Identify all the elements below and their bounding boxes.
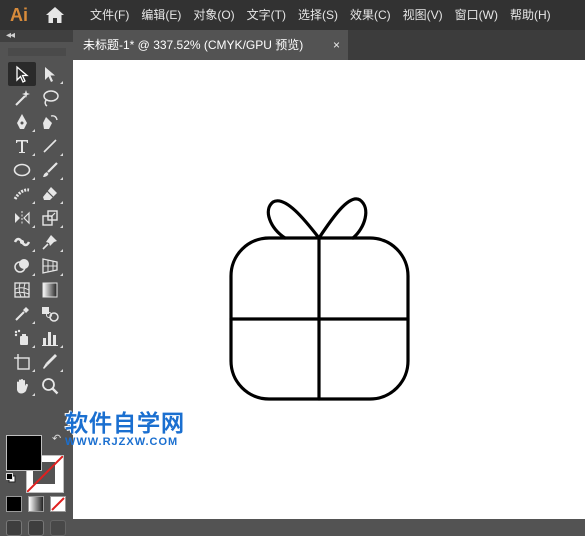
- artboard-tool-icon: [14, 354, 30, 370]
- watermark-title: 软件自学网: [65, 410, 185, 436]
- eyedropper-tool-icon: [15, 307, 29, 321]
- gift-bow-left-loop: [266, 199, 321, 240]
- tools-panel: ◂◂ ↶: [0, 30, 73, 536]
- magic-wand-tool[interactable]: [8, 86, 36, 110]
- gift-bow-right-loop: [317, 197, 368, 240]
- slice-tool[interactable]: [36, 350, 64, 374]
- home-button[interactable]: [42, 2, 68, 28]
- curvature-tool[interactable]: [36, 110, 64, 134]
- menu-bar: Ai 文件(F) 编辑(E) 对象(O) 文字(T) 选择(S) 效果(C) 视…: [0, 0, 585, 30]
- zoom-tool-icon: [42, 378, 59, 395]
- width-tool-icon: [13, 237, 31, 247]
- document-tab-bar: 未标题-1* @ 337.52% (CMYK/GPU 预览) ×: [73, 30, 585, 60]
- draw-mode-row: [6, 520, 66, 536]
- symbol-sprayer-tool[interactable]: [8, 326, 36, 350]
- ellipse-tool-icon: [13, 163, 31, 177]
- menu-select[interactable]: 选择(S): [292, 0, 344, 30]
- home-icon: [46, 7, 64, 23]
- scale-tool-icon: [42, 210, 58, 226]
- reflect-tool-icon: [15, 211, 30, 225]
- watermark: 软件自学网 WWW.RJZXW.COM: [65, 404, 185, 448]
- draw-normal-button[interactable]: [6, 520, 22, 536]
- curvature-tool-icon: [43, 115, 58, 129]
- menu-file[interactable]: 文件(F): [84, 0, 135, 30]
- none-slash-icon: [51, 497, 65, 511]
- artboard-tool[interactable]: [8, 350, 36, 374]
- color-mode-row: [6, 496, 66, 512]
- menu-view[interactable]: 视图(V): [397, 0, 449, 30]
- line-segment-tool-icon: [43, 139, 57, 153]
- mesh-tool-icon: [14, 282, 30, 298]
- swap-fill-stroke-icon[interactable]: ↶: [52, 432, 61, 445]
- none-mode-button[interactable]: [50, 496, 66, 512]
- magic-wand-tool-icon: [15, 90, 30, 106]
- menu-type[interactable]: 文字(T): [241, 0, 292, 30]
- pen-tool-icon: [17, 114, 27, 129]
- panel-grip[interactable]: [8, 48, 66, 56]
- artboard-canvas[interactable]: [73, 60, 585, 519]
- eraser-tool[interactable]: [36, 182, 64, 206]
- fill-stroke-widget: ↶: [6, 432, 66, 493]
- mesh-tool[interactable]: [8, 278, 36, 302]
- lasso-tool-icon: [43, 90, 59, 107]
- menu-edit[interactable]: 编辑(E): [135, 0, 187, 30]
- watermark-url: WWW.RJZXW.COM: [65, 436, 179, 448]
- hand-tool-icon: [17, 379, 28, 394]
- paintbrush-tool[interactable]: [36, 158, 64, 182]
- gradient-mode-button[interactable]: [28, 496, 44, 512]
- panel-collapse-button[interactable]: ◂◂: [0, 30, 73, 42]
- shaper-tool-icon: [13, 188, 30, 200]
- document-tab[interactable]: 未标题-1* @ 337.52% (CMYK/GPU 预览) ×: [73, 30, 348, 60]
- gradient-tool-icon: [42, 282, 58, 298]
- scale-tool[interactable]: [36, 206, 64, 230]
- eyedropper-tool[interactable]: [8, 302, 36, 326]
- menu-window[interactable]: 窗口(W): [449, 0, 504, 30]
- symbol-sprayer-tool-icon: [14, 329, 28, 345]
- perspective-grid-tool-icon: [42, 258, 58, 274]
- shaper-tool[interactable]: [8, 182, 36, 206]
- direct-selection-tool[interactable]: [36, 62, 64, 86]
- reflect-tool[interactable]: [8, 206, 36, 230]
- hand-tool[interactable]: [8, 374, 36, 398]
- type-tool-icon: [16, 140, 28, 153]
- gradient-tool[interactable]: [36, 278, 64, 302]
- selection-tool[interactable]: [8, 62, 36, 86]
- paintbrush-tool-icon: [43, 162, 58, 177]
- shape-builder-tool[interactable]: [8, 254, 36, 278]
- puppet-warp-tool[interactable]: [36, 230, 64, 254]
- direct-selection-tool-icon: [45, 67, 55, 82]
- document-tab-title: 未标题-1* @ 337.52% (CMYK/GPU 预览): [83, 38, 304, 52]
- close-tab-icon[interactable]: ×: [333, 30, 340, 60]
- draw-behind-button[interactable]: [28, 520, 44, 536]
- main-menu: 文件(F) 编辑(E) 对象(O) 文字(T) 选择(S) 效果(C) 视图(V…: [84, 0, 557, 30]
- line-segment-tool[interactable]: [36, 134, 64, 158]
- menu-help[interactable]: 帮助(H): [504, 0, 557, 30]
- default-colors-icon[interactable]: [6, 473, 16, 483]
- selection-tool-icon: [16, 65, 29, 83]
- blend-tool[interactable]: [36, 302, 64, 326]
- column-graph-tool[interactable]: [36, 326, 64, 350]
- color-mode-button[interactable]: [6, 496, 22, 512]
- blend-tool-icon: [42, 307, 59, 322]
- ellipse-tool[interactable]: [8, 158, 36, 182]
- type-tool[interactable]: [8, 134, 36, 158]
- lasso-tool[interactable]: [36, 86, 64, 110]
- column-graph-tool-icon: [42, 332, 58, 346]
- pen-tool[interactable]: [8, 110, 36, 134]
- app-logo: Ai: [10, 4, 28, 25]
- puppet-warp-tool-icon: [42, 235, 57, 250]
- menu-effect[interactable]: 效果(C): [344, 0, 397, 30]
- perspective-grid-tool[interactable]: [36, 254, 64, 278]
- zoom-tool[interactable]: [36, 374, 64, 398]
- gift-box-artwork[interactable]: [73, 60, 585, 519]
- draw-inside-button[interactable]: [50, 520, 66, 536]
- width-tool[interactable]: [8, 230, 36, 254]
- shape-builder-tool-icon: [14, 259, 29, 273]
- tool-grid: [8, 62, 66, 398]
- eraser-tool-icon: [43, 187, 57, 200]
- slice-tool-icon: [43, 354, 57, 369]
- menu-object[interactable]: 对象(O): [187, 0, 240, 30]
- fill-swatch[interactable]: [6, 435, 42, 471]
